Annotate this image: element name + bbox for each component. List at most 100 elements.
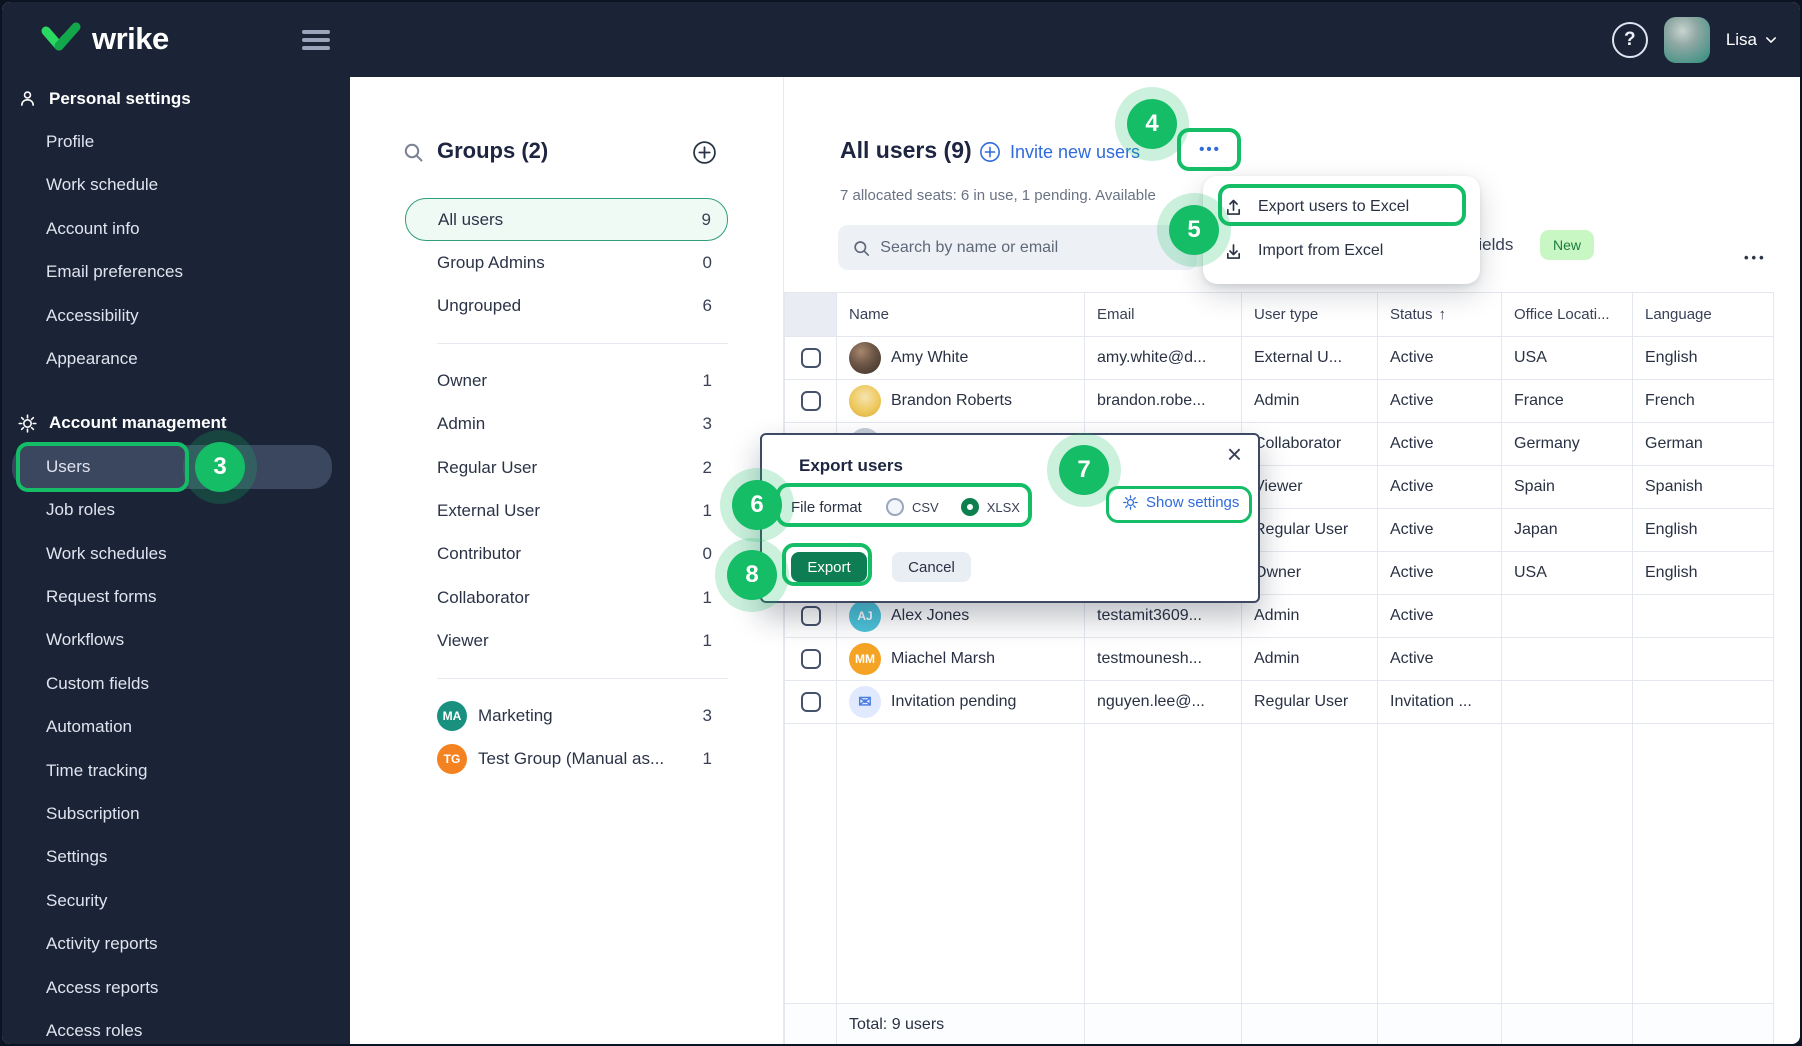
invite-label: Invite new users	[1010, 141, 1141, 162]
invite-new-users-button[interactable]: Invite new users	[979, 141, 1140, 163]
column-header-language[interactable]: Language	[1633, 293, 1773, 336]
sidebar-item-appearance[interactable]: Appearance	[2, 337, 350, 380]
user-language	[1633, 638, 1773, 680]
sidebar-item-access-roles[interactable]: Access roles	[2, 1009, 350, 1044]
sidebar-item-request-forms[interactable]: Request forms	[2, 575, 350, 618]
menu-item-import-excel[interactable]: Import from Excel	[1203, 229, 1480, 273]
row-checkbox[interactable]	[800, 692, 821, 712]
user-name[interactable]: Invitation pending	[891, 693, 1016, 711]
group-item-contributor[interactable]: Contributor 0	[405, 533, 728, 576]
sidebar-item-automation[interactable]: Automation	[2, 705, 350, 748]
group-item-ungrouped[interactable]: Ungrouped 6	[405, 285, 728, 328]
sidebar-section-account-management: Account management	[2, 402, 350, 445]
gear-icon	[18, 414, 37, 433]
add-group-icon[interactable]	[692, 140, 717, 165]
show-settings-link[interactable]: Show settings	[1122, 494, 1239, 511]
close-icon[interactable]: ×	[1227, 441, 1242, 467]
group-item-collaborator[interactable]: Collaborator 1	[405, 576, 728, 619]
group-avatar: TG	[437, 743, 467, 774]
file-format-label: File format	[791, 498, 862, 516]
header-checkbox-cell	[785, 293, 837, 336]
sidebar-item-account-info[interactable]: Account info	[2, 207, 350, 250]
table-settings-icon[interactable]: •••	[1744, 250, 1767, 265]
sidebar-item-settings[interactable]: Settings	[2, 836, 350, 879]
sidebar-item-work-schedule[interactable]: Work schedule	[2, 164, 350, 207]
user-office: Germany	[1502, 423, 1633, 465]
group-count: 0	[702, 544, 712, 564]
xlsx-label[interactable]: XLSX	[987, 500, 1020, 515]
user-avatar[interactable]	[1663, 16, 1710, 63]
group-item-marketing[interactable]: MA Marketing 3	[405, 694, 728, 737]
sidebar-item-security[interactable]: Security	[2, 879, 350, 922]
sidebar-item-subscription[interactable]: Subscription	[2, 792, 350, 835]
group-item-owner[interactable]: Owner 1	[405, 359, 728, 402]
sidebar-item-time-tracking[interactable]: Time tracking	[2, 749, 350, 792]
avatar	[849, 385, 881, 417]
sidebar-item-custom-fields[interactable]: Custom fields	[2, 662, 350, 705]
groups-title: Groups (2)	[437, 138, 549, 163]
hamburger-menu-icon[interactable]	[302, 30, 330, 50]
table-row: ✉ Invitation pending nguyen.lee@... Regul…	[785, 681, 1773, 724]
row-checkbox[interactable]	[800, 649, 821, 669]
groups-panel: Groups (2) All users 9 Group Admins 0 Un…	[350, 77, 784, 1044]
column-header-status[interactable]: Status ↑	[1378, 293, 1502, 336]
user-name[interactable]: Brandon Roberts	[891, 392, 1012, 410]
column-header-user-type[interactable]: User type	[1242, 293, 1378, 336]
user-type: Collaborator	[1242, 423, 1378, 465]
sidebar-item-job-roles[interactable]: Job roles	[2, 489, 350, 532]
group-item-all-users[interactable]: All users 9	[405, 198, 728, 242]
column-header-email[interactable]: Email	[1085, 293, 1242, 336]
user-status: Active	[1378, 552, 1502, 594]
group-item-external-user[interactable]: External User 1	[405, 489, 728, 532]
user-menu[interactable]: Lisa	[1726, 30, 1778, 50]
group-item-group-admins[interactable]: Group Admins 0	[405, 241, 728, 284]
user-language: French	[1645, 392, 1695, 409]
plus-circle-icon	[980, 142, 1000, 162]
cancel-button[interactable]: Cancel	[892, 552, 971, 582]
sidebar-item-accessibility[interactable]: Accessibility	[2, 294, 350, 337]
row-checkbox[interactable]	[800, 606, 821, 626]
wrike-logo-text: wrike	[92, 21, 169, 56]
column-header-name[interactable]: Name	[837, 293, 1085, 336]
group-label: Ungrouped	[437, 296, 522, 316]
sidebar-item-users[interactable]: Users	[12, 445, 332, 489]
group-item-test-group[interactable]: TG Test Group (Manual as... 1	[405, 737, 728, 780]
user-name[interactable]: Alex Jones	[891, 607, 969, 625]
xlsx-radio[interactable]	[960, 498, 979, 516]
more-actions-button[interactable]: •••	[1183, 132, 1237, 166]
search-input[interactable]	[880, 238, 1183, 257]
user-status: Active	[1378, 638, 1502, 680]
column-header-office-location[interactable]: Office Locati...	[1502, 293, 1633, 336]
export-button[interactable]: Export	[791, 552, 867, 582]
section-title: Account management	[49, 413, 227, 433]
user-name[interactable]: Amy White	[891, 349, 968, 367]
row-checkbox[interactable]	[800, 348, 821, 368]
user-search[interactable]	[838, 225, 1197, 270]
group-count: 3	[702, 705, 712, 725]
user-office: USA	[1502, 552, 1633, 594]
group-list: All users 9 Group Admins 0 Ungrouped 6 O…	[405, 198, 728, 781]
user-name[interactable]: Miachel Marsh	[891, 650, 995, 668]
menu-item-export-users[interactable]: Export users to Excel	[1203, 185, 1480, 229]
sidebar-item-workflows[interactable]: Workflows	[2, 619, 350, 662]
row-checkbox[interactable]	[800, 391, 821, 411]
table-row: Brandon Roberts brandon.robe... Admin Ac…	[785, 380, 1773, 423]
help-icon[interactable]: ?	[1611, 21, 1648, 58]
user-email: nguyen.lee@...	[1085, 681, 1242, 723]
sidebar-item-email-preferences[interactable]: Email preferences	[2, 251, 350, 294]
groups-search-icon[interactable]	[402, 141, 424, 163]
sidebar-item-work-schedules[interactable]: Work schedules	[2, 532, 350, 575]
group-label: Collaborator	[437, 587, 530, 607]
user-status: Active	[1378, 509, 1502, 551]
sidebar-item-activity-reports[interactable]: Activity reports	[2, 922, 350, 965]
sidebar-item-access-reports[interactable]: Access reports	[2, 966, 350, 1009]
sidebar: Personal settings Profile Work schedule …	[2, 77, 350, 1044]
group-label: Contributor	[437, 544, 522, 564]
group-item-viewer[interactable]: Viewer 1	[405, 620, 728, 663]
csv-label[interactable]: CSV	[912, 500, 939, 515]
csv-radio[interactable]	[886, 498, 904, 516]
group-item-regular-user[interactable]: Regular User 2	[405, 446, 728, 489]
sidebar-item-profile[interactable]: Profile	[2, 120, 350, 163]
user-office: Japan	[1502, 509, 1633, 551]
group-item-admin[interactable]: Admin 3	[405, 403, 728, 446]
